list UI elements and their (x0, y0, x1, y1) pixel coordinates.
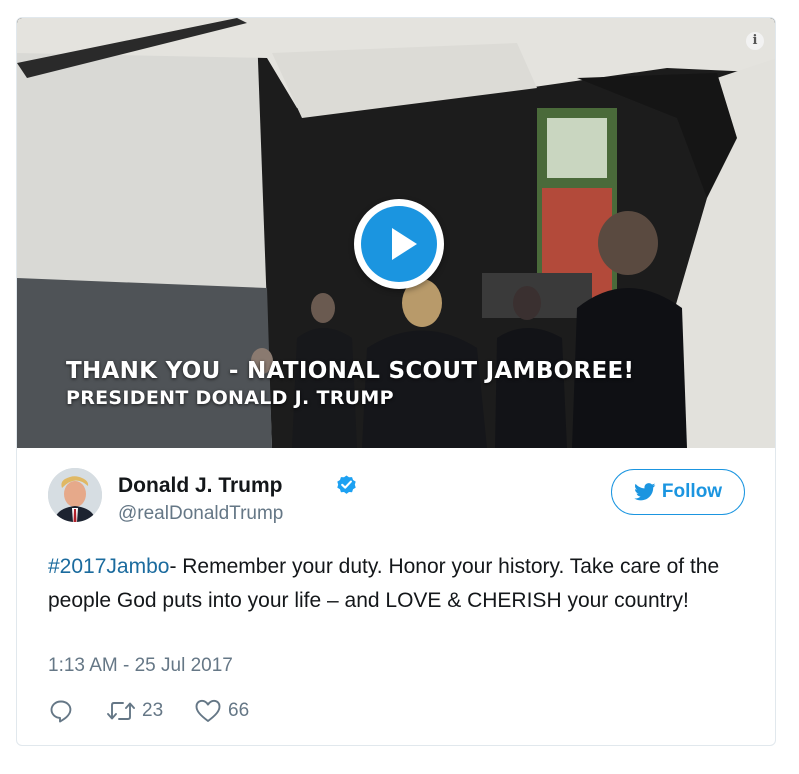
avatar[interactable] (48, 468, 102, 522)
hashtag-link[interactable]: #2017Jambo (48, 555, 169, 578)
video-caption-line2: PRESIDENT DONALD J. TRUMP (66, 387, 394, 409)
like-button[interactable]: 66 (194, 698, 249, 724)
info-icon[interactable]: i (746, 32, 764, 50)
video-caption-line1: THANK YOU - NATIONAL SCOUT JAMBOREE! (66, 358, 635, 384)
play-button[interactable] (354, 199, 444, 289)
retweet-count: 23 (142, 700, 164, 721)
tweet-text: #2017Jambo- Remember your duty. Honor yo… (48, 550, 738, 618)
video-caption: THANK YOU - NATIONAL SCOUT JAMBOREE! PRE… (66, 360, 634, 408)
reply-icon (50, 700, 72, 723)
author-handle[interactable]: @realDonaldTrump (118, 503, 283, 525)
tweet-card: i THANK YOU - NATIONAL SCOUT JAMBOREE! P… (16, 17, 776, 746)
follow-button[interactable]: Follow (611, 469, 745, 515)
follow-label: Follow (661, 481, 723, 502)
video-player[interactable]: i THANK YOU - NATIONAL SCOUT JAMBOREE! P… (17, 18, 775, 448)
verified-badge-icon (337, 475, 356, 494)
retweet-button[interactable]: 23 (106, 698, 163, 724)
author-name[interactable]: Donald J. Trump (118, 474, 283, 498)
twitter-bird-icon (634, 483, 656, 501)
heart-icon (195, 699, 221, 722)
retweet-icon (107, 702, 135, 720)
play-icon (361, 206, 437, 282)
tweet-timestamp[interactable]: 1:13 AM - 25 Jul 2017 (48, 655, 233, 677)
like-count: 66 (228, 700, 250, 721)
reply-button[interactable] (48, 698, 74, 724)
